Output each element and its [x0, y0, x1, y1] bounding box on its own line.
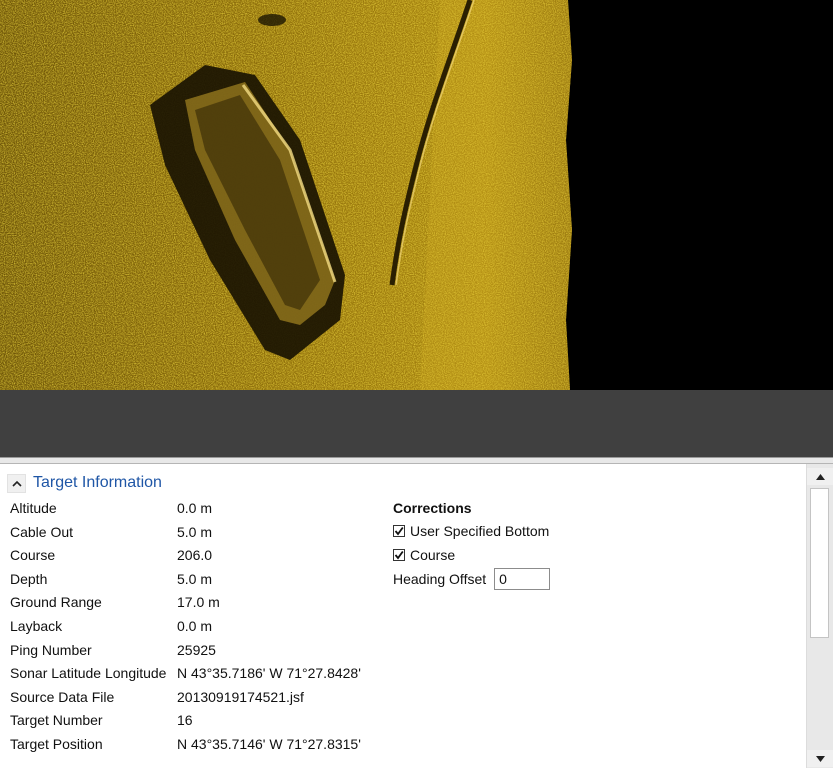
prop-row-altitude: Altitude 0.0 m: [0, 497, 390, 519]
prop-value: 0.0 m: [177, 618, 213, 634]
prop-label: Source Data File: [10, 688, 115, 705]
prop-value: 5.0 m: [177, 523, 213, 540]
vertical-scrollbar[interactable]: [806, 464, 833, 768]
prop-label: Target Position: [10, 736, 103, 752]
image-footer-strip: [0, 390, 833, 457]
prop-row-layback: Layback 0.0 m: [0, 615, 390, 637]
prop-row-source-data-file: Source Data File 20130919174521.jsf: [0, 686, 390, 708]
course-option[interactable]: Course: [393, 543, 693, 567]
user-specified-bottom-option[interactable]: User Specified Bottom: [393, 519, 693, 543]
checkmark-icon: [394, 550, 404, 560]
prop-label: Altitude: [10, 500, 57, 516]
corrections-title: Corrections: [393, 500, 472, 516]
prop-row-depth: Depth 5.0 m: [0, 568, 390, 590]
prop-label: Ping Number: [10, 641, 92, 658]
prop-value: 5.0 m: [177, 570, 213, 587]
prop-value: 17.0 m: [177, 594, 220, 611]
prop-row-target-position: Target Position N 43°35.7146' W 71°27.83…: [0, 733, 390, 755]
user-specified-bottom-label: User Specified Bottom: [410, 523, 550, 539]
prop-label: Layback: [10, 618, 63, 634]
prop-row-course: Course 206.0: [0, 544, 390, 566]
target-info-panel: Target Information Altitude 0.0 m Cable …: [0, 464, 806, 768]
user-specified-bottom-checkbox[interactable]: [393, 525, 405, 537]
prop-row-target-number: Target Number 16: [0, 709, 390, 731]
prop-value: 0.0 m: [177, 500, 213, 516]
course-label: Course: [410, 547, 456, 563]
prop-value: 25925: [177, 641, 216, 658]
sonar-image[interactable]: [0, 0, 833, 390]
prop-label: Cable Out: [10, 523, 74, 540]
sonar-waterfall-graphic: [0, 0, 833, 390]
prop-label: Ground Range: [10, 594, 102, 611]
prop-value: 20130919174521.jsf: [177, 688, 304, 705]
heading-offset-label: Heading Offset: [393, 571, 487, 587]
prop-row-ping-number: Ping Number 25925: [0, 639, 390, 661]
panel-splitter[interactable]: [0, 457, 833, 464]
prop-value: 206.0: [177, 547, 213, 564]
prop-label: Course: [10, 547, 56, 564]
arrow-up-icon[interactable]: [807, 468, 833, 485]
prop-row-ground-range: Ground Range 17.0 m: [0, 591, 390, 613]
prop-label: Sonar Latitude Longitude: [10, 665, 167, 682]
target-info-header[interactable]: Target Information: [7, 472, 162, 494]
prop-value: 16: [177, 712, 193, 729]
prop-value: N 43°35.7146' W 71°27.8315': [177, 736, 361, 752]
prop-value: N 43°35.7186' W 71°27.8428': [177, 665, 361, 682]
prop-row-sonar-lat-lon: Sonar Latitude Longitude N 43°35.7186' W…: [0, 662, 390, 684]
checkmark-icon: [394, 526, 404, 536]
scrollbar-thumb[interactable]: [810, 488, 829, 638]
heading-offset-input[interactable]: [494, 568, 551, 590]
course-checkbox[interactable]: [393, 549, 405, 561]
prop-label: Target Number: [10, 712, 103, 729]
heading-offset-row: Heading Offset: [393, 567, 693, 591]
corrections-group: Corrections User Specified Bottom Course…: [393, 497, 693, 591]
prop-row-cable-out: Cable Out 5.0 m: [0, 521, 390, 543]
section-title: Target Information: [33, 474, 162, 491]
arrow-down-icon[interactable]: [807, 750, 833, 767]
prop-label: Depth: [10, 570, 48, 587]
chevron-up-icon[interactable]: [7, 473, 26, 493]
